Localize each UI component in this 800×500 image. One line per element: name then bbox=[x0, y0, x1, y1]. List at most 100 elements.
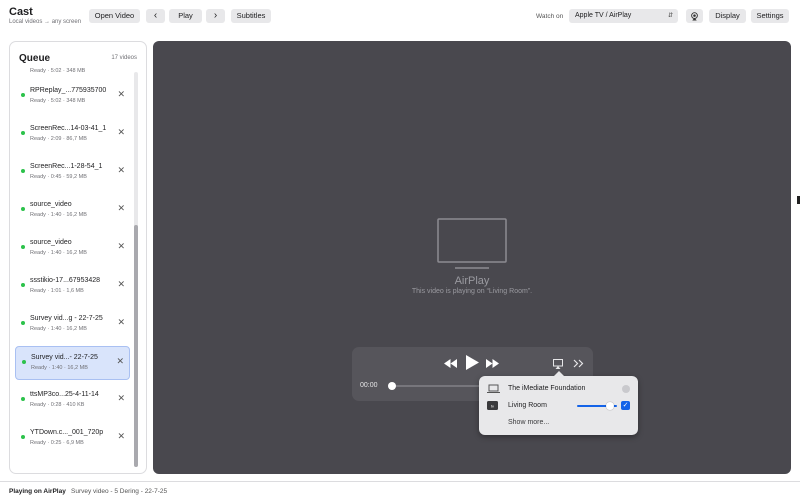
toolbar: Cast Local videos → any screen Open Vide… bbox=[0, 0, 800, 36]
cast-target-button[interactable] bbox=[686, 9, 703, 23]
volume-knob[interactable] bbox=[606, 402, 614, 410]
app-title: Cast bbox=[9, 6, 33, 18]
popover-arrow bbox=[554, 371, 564, 376]
laptop-icon bbox=[487, 384, 500, 393]
queue-item-meta: Ready · 0:28 · 410 KB bbox=[30, 402, 85, 408]
more-controls-icon[interactable] bbox=[573, 359, 584, 368]
airplay-device-menu: The iMediate Foundation tv Living Room ✓… bbox=[479, 371, 638, 435]
device-checkbox[interactable]: ✓ bbox=[621, 401, 630, 410]
status-value: Survey video - 5 Dering - 22-7-25 bbox=[71, 488, 168, 495]
queue-item-name: YTDown.c..._001_720p bbox=[30, 429, 104, 436]
chevron-updown-icon: ⇵ bbox=[667, 13, 673, 19]
volume-slider[interactable] bbox=[577, 402, 617, 410]
queue-item[interactable]: source_video Ready · 1:40 · 16,2 MB ✕ bbox=[15, 194, 130, 228]
remove-item-button[interactable]: ✕ bbox=[117, 127, 125, 138]
ready-status-dot bbox=[21, 435, 25, 439]
queue-item[interactable]: ttsMP3co...25-4-11-14 Ready · 0:28 · 410 … bbox=[15, 384, 130, 418]
seek-knob[interactable] bbox=[388, 382, 396, 390]
watch-on-select[interactable]: Apple TV / AirPlay ⇵ bbox=[569, 9, 678, 23]
airplay-audio-icon bbox=[691, 11, 698, 21]
previous-button[interactable]: ‹ bbox=[146, 9, 165, 23]
remove-item-button[interactable]: ✕ bbox=[117, 393, 125, 404]
queue-item-name: ScreenRec...1-28-54_1 bbox=[30, 163, 103, 170]
open-video-button[interactable]: Open Video bbox=[89, 9, 140, 23]
remove-item-button[interactable]: ✕ bbox=[117, 203, 125, 214]
rewind-icon[interactable] bbox=[444, 359, 457, 368]
queue-item[interactable]: ssstikio-17...67953428 Ready · 1:01 · 1,6… bbox=[15, 270, 130, 304]
queue-item-name: RPReplay_...775935700 bbox=[30, 87, 107, 94]
watch-on-value: Apple TV / AirPlay bbox=[575, 12, 632, 19]
queue-item-name: source_video bbox=[30, 239, 72, 246]
app-subtitle: Local videos → any screen bbox=[9, 19, 82, 25]
ready-status-dot bbox=[21, 169, 25, 173]
play-button[interactable]: Play bbox=[169, 9, 202, 23]
queue-scrollbar-thumb[interactable] bbox=[134, 225, 138, 467]
remove-item-button[interactable]: ✕ bbox=[117, 165, 125, 176]
remove-item-button[interactable]: ✕ bbox=[117, 241, 125, 252]
settings-button[interactable]: Settings bbox=[751, 9, 789, 23]
queue-item[interactable]: RPReplay_...775935700 Ready · 5:02 · 348 … bbox=[15, 80, 130, 114]
queue-item[interactable]: ScreenRec...14-03-41_1 Ready · 2:09 · 86,… bbox=[15, 118, 130, 152]
device-unselected-indicator[interactable] bbox=[622, 385, 630, 393]
queue-item-meta: Ready · 5:02 · 348 MB bbox=[30, 98, 86, 104]
device-row-living-room[interactable]: tv Living Room ✓ bbox=[479, 398, 638, 414]
queue-item-name: ScreenRec...14-03-41_1 bbox=[30, 125, 107, 132]
remove-item-button[interactable]: ✕ bbox=[117, 431, 125, 442]
watch-on-label: Watch on bbox=[536, 13, 564, 20]
ready-status-dot bbox=[22, 360, 26, 364]
subtitles-button[interactable]: Subtitles bbox=[231, 9, 271, 23]
queue-count: 17 videos bbox=[111, 55, 137, 61]
ready-status-dot bbox=[21, 93, 25, 97]
queue-item[interactable]: source_video Ready · 1:40 · 16,2 MB ✕ bbox=[15, 232, 130, 266]
display-button[interactable]: Display bbox=[709, 9, 746, 23]
current-time: 00:00 bbox=[360, 382, 378, 389]
device-name: Living Room bbox=[508, 402, 547, 409]
queue-item-name: source_video bbox=[30, 201, 72, 208]
tv-icon bbox=[437, 218, 507, 269]
queue-item-meta: Ready · 0:25 · 6,9 MB bbox=[30, 440, 84, 446]
play-icon[interactable] bbox=[466, 355, 479, 370]
queue-item-meta: Ready · 1:40 · 16,2 MB bbox=[30, 326, 87, 332]
queue-item-meta: Ready · 1:01 · 1,6 MB bbox=[30, 288, 84, 294]
queue-item-meta: Ready · 2:09 · 86,7 MB bbox=[30, 136, 87, 142]
queue-title: Queue bbox=[19, 53, 51, 64]
queue-item-name: ttsMP3co...25-4-11-14 bbox=[30, 391, 99, 398]
queue-scrollbar[interactable] bbox=[134, 72, 138, 467]
queue-list: Ready · 5:02 · 348 MB RPReplay_...775935… bbox=[10, 66, 146, 473]
video-area[interactable]: AirPlay This video is playing on “Living… bbox=[153, 41, 791, 474]
queue-item[interactable]: Survey vid...g - 22-7-25 Ready · 1:40 · 1… bbox=[15, 308, 130, 342]
queue-item-meta: Ready · 1:40 · 16,2 MB bbox=[31, 365, 88, 371]
ready-status-dot bbox=[21, 131, 25, 135]
ready-status-dot bbox=[21, 245, 25, 249]
remove-item-button[interactable]: ✕ bbox=[117, 89, 125, 100]
apple-tv-icon: tv bbox=[487, 401, 498, 410]
queue-item[interactable]: Survey vid...- 22-7-25 Ready · 1:40 · 16,… bbox=[15, 346, 130, 380]
remove-item-button[interactable]: ✕ bbox=[116, 356, 124, 367]
show-more-link[interactable]: Show more... bbox=[508, 419, 549, 426]
partial-list-item-meta: Ready · 5:02 · 348 MB bbox=[30, 68, 86, 74]
ready-status-dot bbox=[21, 283, 25, 287]
remove-item-button[interactable]: ✕ bbox=[117, 317, 125, 328]
status-label: Playing on AirPlay bbox=[9, 488, 66, 495]
status-bar: Playing on AirPlay Survey video - 5 Deri… bbox=[0, 481, 800, 500]
queue-item-name: Survey vid...g - 22-7-25 bbox=[30, 315, 103, 322]
queue-item-meta: Ready · 1:40 · 16,2 MB bbox=[30, 212, 87, 218]
queue-item[interactable]: YTDown.c..._001_720p Ready · 0:25 · 6,9 M… bbox=[15, 422, 130, 456]
next-button[interactable]: › bbox=[206, 9, 225, 23]
queue-item-name: ssstikio-17...67953428 bbox=[30, 277, 101, 284]
queue-item-meta: Ready · 0:45 · 59,2 MB bbox=[30, 174, 87, 180]
device-name: The iMediate Foundation bbox=[508, 385, 586, 392]
ready-status-dot bbox=[21, 207, 25, 211]
queue-item-name: Survey vid...- 22-7-25 bbox=[31, 354, 98, 361]
ready-status-dot bbox=[21, 321, 25, 325]
queue-item[interactable]: ScreenRec...1-28-54_1 Ready · 0:45 · 59,2… bbox=[15, 156, 130, 190]
ready-status-dot bbox=[21, 397, 25, 401]
device-row-imediate[interactable]: The iMediate Foundation bbox=[479, 381, 638, 397]
svg-text:tv: tv bbox=[491, 403, 494, 408]
airplay-icon[interactable] bbox=[553, 359, 563, 369]
fast-forward-icon[interactable] bbox=[486, 359, 499, 368]
airplay-title: AirPlay bbox=[454, 275, 490, 287]
queue-item-meta: Ready · 1:40 · 16,2 MB bbox=[30, 250, 87, 256]
remove-item-button[interactable]: ✕ bbox=[117, 279, 125, 290]
airplay-subtitle: This video is playing on “Living Room”. bbox=[411, 288, 533, 295]
